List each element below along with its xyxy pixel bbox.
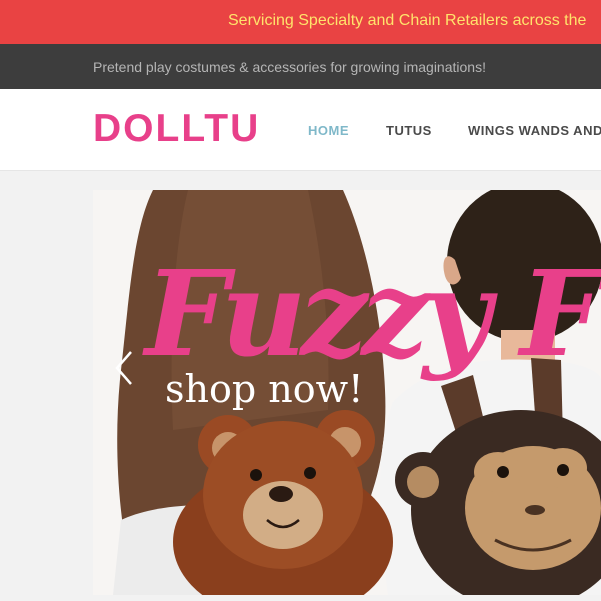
tagline-bar: Pretend play costumes & accessories for … (0, 44, 601, 89)
announcement-text: Servicing Specialty and Chain Retailers … (228, 12, 587, 29)
site-header: DOLLTU HOME TUTUS WINGS WANDS AND (0, 89, 601, 171)
hero-slider[interactable]: Fuzzy Fr shop now! (93, 190, 601, 595)
shop-now-link[interactable]: shop now! (165, 367, 363, 411)
slide-headline: Fuzzy Fr (142, 244, 601, 383)
site-logo[interactable]: DOLLTU (93, 107, 260, 151)
hero-slide-image[interactable]: Fuzzy Fr shop now! (93, 190, 601, 595)
nav-item-tutus[interactable]: TUTUS (386, 123, 432, 138)
tagline-text: Pretend play costumes & accessories for … (93, 59, 486, 75)
announcement-bar: Servicing Specialty and Chain Retailers … (0, 0, 601, 44)
nav-item-home[interactable]: HOME (308, 123, 349, 138)
nav-item-wings-wands[interactable]: WINGS WANDS AND (468, 123, 601, 138)
chevron-left-icon[interactable] (111, 348, 139, 388)
